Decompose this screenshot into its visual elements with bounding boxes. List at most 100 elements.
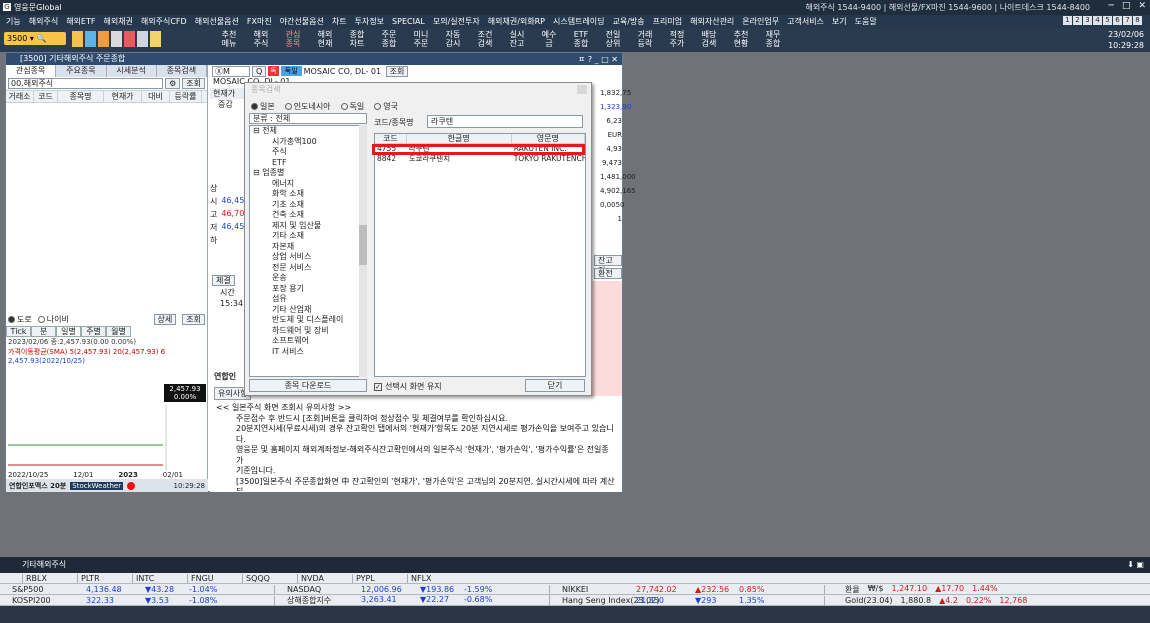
menu-item-20[interactable]: 도움말 — [855, 16, 877, 27]
result-row[interactable]: 8842도쿄라쿠텐치TOKYO RAKUTENCH — [375, 154, 585, 164]
menu-item-12[interactable]: 해외채권/외화RP — [488, 16, 545, 27]
radio-nabi[interactable]: 나이비 — [38, 314, 69, 325]
menu-item-9[interactable]: 투자정보 — [355, 16, 384, 27]
settings-icon[interactable]: ⚙ — [165, 78, 180, 89]
code-input[interactable]: 라쿠텐 — [427, 115, 583, 128]
menu-item-15[interactable]: 프리미엄 — [653, 16, 682, 27]
detail-button[interactable]: 상세 — [154, 314, 177, 325]
menu-item-1[interactable]: 해외주식 — [29, 16, 58, 27]
toolbar-button-6[interactable]: 미니주문 — [407, 30, 435, 50]
tree-item[interactable]: 에너지 — [250, 179, 366, 190]
tree-item[interactable]: 화학 소재 — [250, 189, 366, 200]
quick-icon-1[interactable] — [72, 31, 83, 47]
group-select[interactable]: 00.해외주식 — [8, 78, 163, 89]
toolbar-button-3[interactable]: 해외현재 — [311, 30, 339, 50]
close-icon[interactable]: ✕ — [1138, 1, 1146, 11]
tree-item[interactable]: 기타 산업재 — [250, 305, 366, 316]
menu-item-4[interactable]: 해외주식CFD — [141, 16, 187, 27]
quick-icon-3[interactable] — [98, 31, 109, 47]
tree-item[interactable]: 제지 및 임산물 — [250, 221, 366, 232]
tree-item[interactable]: 기초 소재 — [250, 200, 366, 211]
tree-scrollbar[interactable] — [359, 125, 367, 377]
watchlist-tab-0[interactable]: 관심종목 — [6, 65, 56, 77]
query-button[interactable]: 조회 — [182, 78, 205, 89]
menu-item-5[interactable]: 해외선물옵션 — [195, 16, 239, 27]
menu-item-8[interactable]: 차트 — [332, 16, 347, 27]
tree-item[interactable]: 섬유 — [250, 294, 366, 305]
balance-button[interactable]: 잔고지 — [594, 255, 622, 266]
index-cell[interactable]: KOSPI200322.33▼3.53-1.08% — [0, 596, 275, 605]
menu-item-2[interactable]: 해외ETF — [66, 16, 95, 27]
tree-item[interactable]: ETF — [250, 158, 366, 169]
tree-item[interactable]: 주식 — [250, 147, 366, 158]
menu-item-6[interactable]: FX마진 — [247, 16, 272, 27]
toolbar-button-10[interactable]: 예수금 — [535, 30, 563, 50]
period-tab-3[interactable]: 주별 — [81, 326, 106, 337]
gear-icon[interactable] — [137, 31, 148, 47]
weather-link[interactable]: StockWeather — [70, 482, 123, 490]
col-header-0[interactable]: 거래소 — [6, 91, 34, 102]
menu-item-10[interactable]: SPECIAL — [392, 17, 425, 26]
ticker-symbol[interactable]: NVDA — [297, 574, 352, 583]
watchlist-tab-2[interactable]: 시세분석 — [107, 65, 157, 77]
tree-item[interactable]: 전문 서비스 — [250, 263, 366, 274]
toolbar-button-1[interactable]: 해외주식 — [247, 30, 275, 50]
tree-item[interactable]: ⊟ 업종별 — [250, 168, 366, 179]
period-tab-2[interactable]: 일별 — [56, 326, 81, 337]
region-radio-0[interactable]: 일본 — [251, 101, 275, 112]
toolbar-button-17[interactable]: 재무종합 — [759, 30, 787, 50]
ticker-symbol[interactable]: INTC — [132, 574, 187, 583]
tree-item[interactable]: 하드웨어 및 장비 — [250, 326, 366, 337]
screen-tab-3[interactable]: 3 — [1083, 16, 1092, 25]
query-button-2[interactable]: 조회 — [182, 314, 205, 325]
watchlist-tab-1[interactable]: 주요종목 — [56, 65, 106, 77]
ticker-symbol[interactable]: PLTR — [77, 574, 132, 583]
tree-item[interactable]: 기타 소재 — [250, 231, 366, 242]
index-cell[interactable]: NIKKEI27,742.02▲232.560.85% — [550, 585, 825, 594]
menu-item-3[interactable]: 해외채권 — [103, 16, 132, 27]
index-cell[interactable]: S&P5004,136.48▼43.28-1.04% — [0, 585, 275, 594]
region-radio-3[interactable]: 영국 — [374, 101, 398, 112]
menu-item-19[interactable]: 보기 — [832, 16, 847, 27]
maximize-icon[interactable]: □ — [1122, 1, 1131, 11]
quick-icon-5[interactable] — [124, 31, 135, 47]
menu-item-11[interactable]: 모의/실전투자 — [433, 16, 480, 27]
ticker-symbol[interactable]: SQQQ — [242, 574, 297, 583]
region-radio-2[interactable]: 독일 — [341, 101, 365, 112]
dialog-close-icon[interactable] — [577, 85, 587, 94]
region-radio-1[interactable]: 인도네시아 — [285, 101, 331, 112]
ticker-symbol[interactable]: NFLX — [407, 574, 462, 583]
index-cell[interactable]: NASDAQ12,006.96▼193.86-1.59% — [275, 585, 550, 594]
ticker-symbol[interactable]: FNGU — [187, 574, 242, 583]
fx-cell[interactable]: Gold(23.04)1,880.8▲4.20.22%12,768 — [825, 596, 1027, 605]
trade-tab[interactable]: 체결 — [212, 275, 235, 286]
toolbar-button-8[interactable]: 조건검색 — [471, 30, 499, 50]
screen-tab-8[interactable]: 8 — [1133, 16, 1142, 25]
index-cell[interactable]: Hang Seng Index(23.02)21,350▼2931.35% — [550, 596, 825, 605]
quick-icon-4[interactable] — [111, 31, 122, 47]
minimize-icon[interactable]: ─ — [1109, 1, 1114, 11]
watchlist-body[interactable] — [6, 103, 207, 313]
col-header-5[interactable]: 등락률 — [170, 91, 202, 102]
menu-item-14[interactable]: 교육/방송 — [613, 16, 645, 27]
category-tree[interactable]: ⊟ 전체시가총액100주식ETF⊟ 업종별에너지화학 소재기초 소재건축 소재제… — [249, 125, 367, 377]
toolbar-button-0[interactable]: 추천메뉴 — [215, 30, 243, 50]
toolbar-button-11[interactable]: ETF종합 — [567, 30, 595, 50]
period-tab-0[interactable]: Tick — [6, 326, 31, 337]
download-icon[interactable]: ⬇ ▣ — [1127, 557, 1144, 573]
menu-item-16[interactable]: 해외자산관리 — [690, 16, 734, 27]
add-icon[interactable] — [150, 31, 161, 47]
tree-item[interactable]: 운송 — [250, 273, 366, 284]
radio-road[interactable]: 도로 — [8, 314, 32, 325]
tree-item[interactable]: 포장 용기 — [250, 284, 366, 295]
menu-item-13[interactable]: 시스템트레이딩 — [553, 16, 605, 27]
toolbar-button-2[interactable]: 관심종목 — [279, 30, 307, 50]
tree-item[interactable]: 상업 서비스 — [250, 252, 366, 263]
toolbar-button-4[interactable]: 종합차트 — [343, 30, 371, 50]
col-header-4[interactable]: 대비 — [142, 91, 170, 102]
exchange-button[interactable]: 환전 — [594, 268, 622, 279]
fx-cell[interactable]: 환율₩/$1,247.10▲17.701.44% — [825, 584, 998, 595]
menu-item-7[interactable]: 야간선물옵션 — [280, 16, 324, 27]
ticker-symbol[interactable]: RBLX — [22, 574, 77, 583]
toolbar-button-12[interactable]: 전일상위 — [599, 30, 627, 50]
